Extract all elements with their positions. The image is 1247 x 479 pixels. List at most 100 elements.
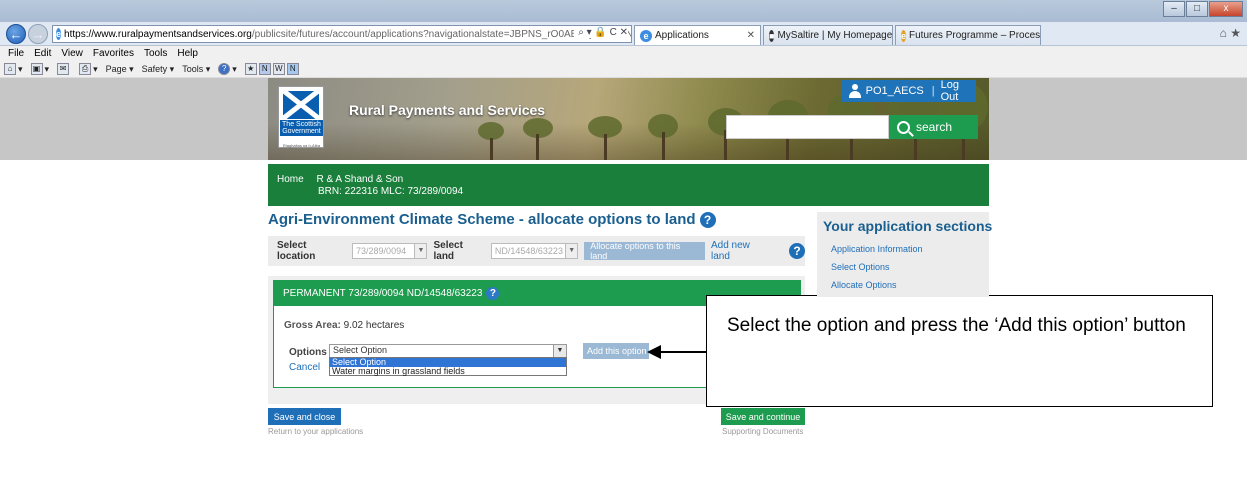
gross-area-value: 9.02 hectares bbox=[343, 320, 405, 331]
ie-tab-icon: e bbox=[640, 29, 652, 42]
mail-command[interactable]: ✉ bbox=[57, 63, 71, 75]
tab-close-icon[interactable]: ✕ bbox=[741, 30, 755, 41]
browser-navigation-bar: ← → e https://www.ruralpaymentsandservic… bbox=[0, 22, 1247, 46]
page-title: Agri-Environment Climate Scheme - alloca… bbox=[268, 211, 716, 228]
tab-label: Futures Programme – Process ... bbox=[909, 30, 1041, 41]
chevron-down-icon: ▼ bbox=[414, 244, 427, 258]
land-selection-bar: Select location 73/289/0094 ▼ Select lan… bbox=[268, 236, 805, 266]
menu-favorites[interactable]: Favorites bbox=[88, 48, 139, 59]
breadcrumb-home-link[interactable]: Home bbox=[277, 174, 304, 185]
help-icon[interactable]: ? bbox=[486, 286, 500, 300]
search-icon bbox=[897, 120, 910, 134]
location-select[interactable]: 73/289/0094 ▼ bbox=[352, 243, 428, 259]
location-select-value: 73/289/0094 bbox=[356, 246, 407, 256]
address-bar-icons[interactable]: ⌕ ▾ 🔒 C ✕ bbox=[574, 27, 628, 38]
land-select-value: ND/14548/63223 bbox=[494, 246, 563, 256]
username: PO1_AECS bbox=[865, 85, 924, 97]
land-select[interactable]: ND/14548/63223 ▼ bbox=[490, 243, 579, 259]
dropdown-option-water-margins[interactable]: Water margins in grassland fields bbox=[330, 367, 566, 376]
user-icon bbox=[848, 84, 861, 98]
save-and-close-button[interactable]: Save and close bbox=[268, 408, 341, 425]
user-bar: PO1_AECS | Log Out bbox=[842, 79, 976, 103]
saltire-flag-icon bbox=[283, 91, 319, 119]
close-window-button[interactable]: x bbox=[1209, 1, 1243, 17]
select-location-label: Select location bbox=[277, 240, 316, 262]
menu-view[interactable]: View bbox=[56, 48, 88, 59]
window-title-bar: – □ x bbox=[0, 0, 1247, 22]
save-and-continue-button[interactable]: Save and continue bbox=[721, 408, 805, 425]
annotation-arrow-line bbox=[660, 351, 706, 353]
sidebar-link-application-information[interactable]: Application Information bbox=[831, 244, 923, 254]
search-input[interactable] bbox=[726, 115, 889, 139]
gross-area-label: Gross Area: bbox=[284, 320, 341, 331]
scottish-government-logo[interactable]: The Scottish Government Riaghaltas na h-… bbox=[278, 86, 324, 148]
home-command[interactable]: ⌂ ▾ bbox=[4, 63, 23, 75]
land-parcel-title: PERMANENT 73/289/0094 ND/14548/63223 bbox=[283, 287, 483, 299]
page-title-text: Agri-Environment Climate Scheme - alloca… bbox=[268, 211, 696, 228]
options-select[interactable]: Select Option ▼ bbox=[329, 344, 567, 358]
forward-button[interactable]: → bbox=[28, 24, 48, 44]
allocate-options-button[interactable]: Allocate options to this land bbox=[584, 241, 705, 261]
tab-label: MySaltire | My Homepage bbox=[777, 30, 893, 41]
chevron-down-icon: ▼ bbox=[565, 244, 578, 258]
tab-futures-programme[interactable]: e Futures Programme – Process ... bbox=[895, 25, 1041, 45]
url-domain: https://www.ruralpaymentsandservices.org bbox=[64, 28, 252, 40]
business-name: R & A Shand & Son bbox=[316, 174, 404, 185]
futures-tab-icon: e bbox=[901, 29, 907, 42]
feeds-command[interactable]: ▣ ▾ bbox=[30, 63, 49, 75]
options-label: Options bbox=[289, 347, 327, 358]
save-and-close-subtext: Return to your applications bbox=[268, 427, 364, 436]
site-title: Rural Payments and Services bbox=[349, 102, 546, 118]
feed-icon: ▣ bbox=[30, 63, 43, 75]
search-button[interactable]: search bbox=[889, 115, 978, 139]
annotation-callout: Select the option and press the ‘Add thi… bbox=[706, 295, 1213, 407]
cancel-link[interactable]: Cancel bbox=[289, 362, 320, 373]
add-this-option-button[interactable]: Add this option bbox=[583, 343, 649, 359]
menu-tools[interactable]: Tools bbox=[139, 48, 172, 59]
address-bar[interactable]: e https://www.ruralpaymentsandservices.o… bbox=[52, 25, 632, 43]
options-select-value: Select Option bbox=[333, 345, 388, 355]
tools-command-menu[interactable]: Tools ▾ bbox=[182, 64, 210, 75]
window-controls: – □ x bbox=[1162, 1, 1243, 17]
ie-page-icon: e bbox=[56, 28, 62, 40]
blog-icon: W bbox=[272, 63, 285, 75]
menu-file[interactable]: File bbox=[3, 48, 29, 59]
browser-toolbar-icons[interactable]: ⌂ ★ bbox=[1220, 26, 1241, 40]
brn-info: BRN: 222316 MLC: 73/289/0094 bbox=[318, 186, 464, 197]
browser-command-bar: ⌂ ▾ ▣ ▾ ✉ ⎙ ▾ Page ▾ Safety ▾ Tools ▾ ? ▾ ★ … bbox=[0, 61, 1247, 78]
menu-help[interactable]: Help bbox=[172, 48, 203, 59]
annotation-arrow-head bbox=[647, 345, 661, 359]
page-menu[interactable]: Page ▾ bbox=[106, 64, 134, 75]
help-command[interactable]: ? ▾ bbox=[218, 63, 237, 75]
logo-text: The Scottish Government bbox=[280, 120, 323, 136]
options-dropdown-list: Select Option Water margins in grassland… bbox=[329, 357, 567, 376]
tab-applications[interactable]: e Applications ✕ bbox=[634, 25, 761, 45]
logout-link[interactable]: Log Out bbox=[941, 79, 976, 103]
help-icon[interactable]: ? bbox=[699, 211, 716, 228]
chevron-down-icon: ▼ bbox=[553, 345, 566, 357]
research-icon: ★ bbox=[244, 63, 257, 75]
addon-icon: N bbox=[286, 63, 299, 75]
sidebar-link-allocate-options[interactable]: Allocate Options bbox=[831, 280, 897, 290]
print-command[interactable]: ⎙ ▾ bbox=[79, 63, 98, 75]
minimize-button[interactable]: – bbox=[1163, 1, 1185, 17]
home-icon: ⌂ bbox=[4, 63, 16, 75]
help-icon: ? bbox=[218, 63, 231, 75]
logo-gaelic-text: Riaghaltas na h-Alba bbox=[282, 143, 321, 148]
breadcrumb: Home R & A Shand & Son BRN: 222316 MLC: … bbox=[268, 164, 989, 206]
print-icon: ⎙ bbox=[79, 63, 92, 75]
safety-menu[interactable]: Safety ▾ bbox=[142, 64, 175, 75]
back-button[interactable]: ← bbox=[6, 24, 26, 44]
browser-menu-bar: File Edit View Favorites Tools Help bbox=[0, 46, 1247, 61]
tab-mysaltire[interactable]: ■ MySaltire | My Homepage bbox=[763, 25, 893, 45]
mysaltire-tab-icon: ■ bbox=[769, 29, 775, 42]
sidebar-link-select-options[interactable]: Select Options bbox=[831, 262, 890, 272]
extension-buttons[interactable]: ★ N W N bbox=[244, 63, 301, 75]
maximize-button[interactable]: □ bbox=[1186, 1, 1208, 17]
menu-edit[interactable]: Edit bbox=[29, 48, 56, 59]
sidebar-title: Your application sections bbox=[823, 218, 993, 234]
mail-icon: ✉ bbox=[57, 63, 70, 75]
save-and-continue-subtext: Supporting Documents bbox=[722, 427, 804, 436]
add-new-land-link[interactable]: Add new land bbox=[711, 240, 771, 262]
help-icon[interactable]: ? bbox=[789, 243, 805, 259]
